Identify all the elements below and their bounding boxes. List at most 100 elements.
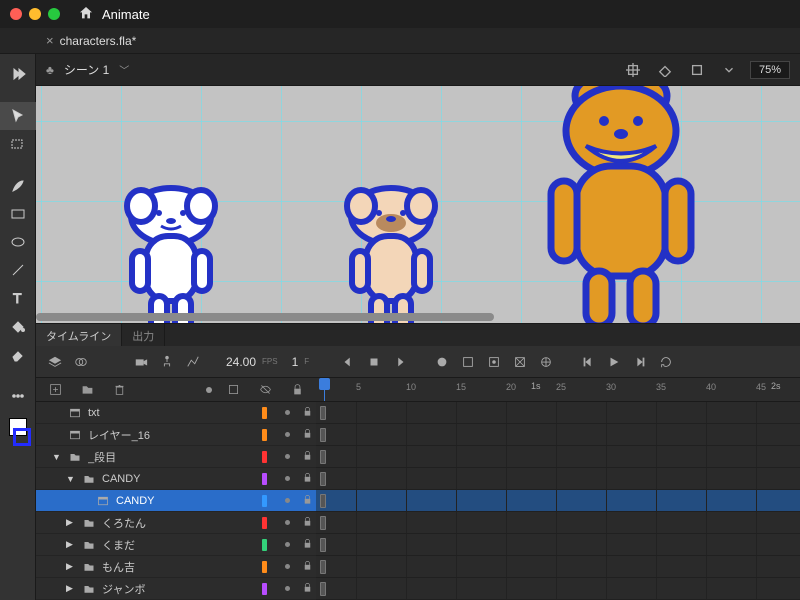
new-folder-icon[interactable] xyxy=(76,379,98,401)
track-row[interactable] xyxy=(316,424,800,446)
brush-tool[interactable] xyxy=(0,172,36,200)
layer-name[interactable]: _段目 xyxy=(88,449,256,465)
track-row[interactable] xyxy=(316,578,800,600)
prev-keyframe-icon[interactable] xyxy=(337,351,359,373)
layer-lock-icon[interactable] xyxy=(302,406,316,420)
layer-color-chip[interactable] xyxy=(262,583,267,595)
blank-keyframe-icon[interactable] xyxy=(483,351,505,373)
stroke-color-swatch[interactable] xyxy=(13,428,31,446)
next-keyframe-icon[interactable] xyxy=(389,351,411,373)
step-forward-icon[interactable] xyxy=(629,351,651,373)
layer-name[interactable]: txt xyxy=(88,407,256,419)
track-row[interactable] xyxy=(316,490,800,512)
eraser-tool[interactable] xyxy=(0,340,36,368)
onion-skin-icon[interactable] xyxy=(70,351,92,373)
layer-twist-icon[interactable]: ▼ xyxy=(66,474,76,484)
layer-row[interactable]: ▶ もん吉 xyxy=(36,556,316,578)
more-tools-icon[interactable] xyxy=(0,382,36,410)
text-tool[interactable]: T xyxy=(0,284,36,312)
lock-column-icon[interactable] xyxy=(286,379,308,401)
ellipse-tool[interactable] xyxy=(0,228,36,256)
keyframe[interactable] xyxy=(320,494,326,508)
close-window[interactable] xyxy=(10,8,22,20)
layer-row[interactable]: ▼_段目 xyxy=(36,446,316,468)
fps-value[interactable]: 24.00 xyxy=(226,355,256,369)
track-row[interactable] xyxy=(316,534,800,556)
document-tab[interactable]: characters.fla* xyxy=(60,34,137,48)
layer-color-chip[interactable] xyxy=(262,561,267,573)
close-tab-icon[interactable]: × xyxy=(46,33,54,48)
scene-name[interactable]: シーン 1 xyxy=(64,61,109,78)
layer-color-chip[interactable] xyxy=(262,495,267,507)
track-row[interactable] xyxy=(316,402,800,424)
remove-frame-icon[interactable] xyxy=(457,351,479,373)
parenting-icon[interactable] xyxy=(156,351,178,373)
layer-visibility-dot[interactable] xyxy=(285,498,290,503)
keyframe[interactable] xyxy=(320,538,326,552)
layer-visibility-dot[interactable] xyxy=(285,410,290,415)
clip-stage-icon[interactable] xyxy=(654,59,676,81)
layer-color-chip[interactable] xyxy=(262,451,267,463)
playhead[interactable] xyxy=(324,378,325,401)
layer-color-chip[interactable] xyxy=(262,517,267,529)
layer-lock-icon[interactable] xyxy=(302,582,316,596)
layer-twist-icon[interactable]: ▶ xyxy=(66,539,76,550)
keyframe[interactable] xyxy=(320,582,326,596)
track-row[interactable] xyxy=(316,512,800,534)
layer-visibility-dot[interactable] xyxy=(285,586,290,591)
insert-frame-icon[interactable] xyxy=(431,351,453,373)
free-transform-tool[interactable] xyxy=(0,130,36,158)
keyframe[interactable] xyxy=(320,406,326,420)
color-swatches[interactable] xyxy=(0,418,35,446)
layer-twist-icon[interactable]: ▶ xyxy=(66,583,76,594)
clear-keyframe-icon[interactable] xyxy=(509,351,531,373)
layer-color-chip[interactable] xyxy=(262,429,267,441)
layer-visibility-dot[interactable] xyxy=(285,432,290,437)
highlight-column-icon[interactable] xyxy=(206,387,212,393)
layer-name[interactable]: CANDY xyxy=(102,473,256,485)
layer-lock-icon[interactable] xyxy=(302,494,316,508)
layer-visibility-dot[interactable] xyxy=(285,476,290,481)
zoom-level[interactable]: 75% xyxy=(750,61,790,79)
tab-output[interactable]: 出力 xyxy=(122,324,165,346)
character-white-dog[interactable] xyxy=(106,181,236,323)
keyframe[interactable] xyxy=(320,516,326,530)
zoom-window[interactable] xyxy=(48,8,60,20)
tab-timeline[interactable]: タイムライン xyxy=(36,324,122,346)
layer-lock-icon[interactable] xyxy=(302,560,316,574)
keyframe[interactable] xyxy=(320,472,326,486)
layer-row[interactable]: CANDY xyxy=(36,490,316,512)
layer-color-chip[interactable] xyxy=(262,539,267,551)
home-icon[interactable] xyxy=(78,5,94,24)
layer-name[interactable]: もん吉 xyxy=(102,559,256,575)
step-back-icon[interactable] xyxy=(577,351,599,373)
layer-row[interactable]: レイヤー_16 xyxy=(36,424,316,446)
minimize-window[interactable] xyxy=(29,8,41,20)
auto-keyframe-icon[interactable] xyxy=(535,351,557,373)
keyframe[interactable] xyxy=(320,560,326,574)
layer-name[interactable]: くまだ xyxy=(102,537,256,553)
expand-toolbar-icon[interactable] xyxy=(0,60,36,88)
outline-column-icon[interactable] xyxy=(222,379,244,401)
layer-twist-icon[interactable]: ▶ xyxy=(66,561,76,572)
frame-value[interactable]: 1 xyxy=(292,355,299,369)
layer-row[interactable]: ▶ ジャンボ xyxy=(36,578,316,600)
play-icon[interactable] xyxy=(603,351,625,373)
insert-keyframe-icon[interactable] xyxy=(363,351,385,373)
layer-row[interactable]: ▼ CANDY xyxy=(36,468,316,490)
track-row[interactable] xyxy=(316,556,800,578)
center-stage-icon[interactable] xyxy=(622,59,644,81)
layer-lock-icon[interactable] xyxy=(302,428,316,442)
layer-visibility-dot[interactable] xyxy=(285,520,290,525)
camera-icon[interactable] xyxy=(130,351,152,373)
layer-row[interactable]: txt xyxy=(36,402,316,424)
layer-visibility-dot[interactable] xyxy=(285,454,290,459)
layer-name[interactable]: くろたん xyxy=(102,515,256,531)
new-layer-icon[interactable] xyxy=(44,379,66,401)
zoom-dropdown-icon[interactable] xyxy=(718,59,740,81)
layer-row[interactable]: ▶くろたん xyxy=(36,512,316,534)
layer-lock-icon[interactable] xyxy=(302,450,316,464)
layer-name[interactable]: ジャンボ xyxy=(102,581,256,597)
layer-lock-icon[interactable] xyxy=(302,516,316,530)
stage-horizontal-scrollbar[interactable] xyxy=(36,313,494,321)
